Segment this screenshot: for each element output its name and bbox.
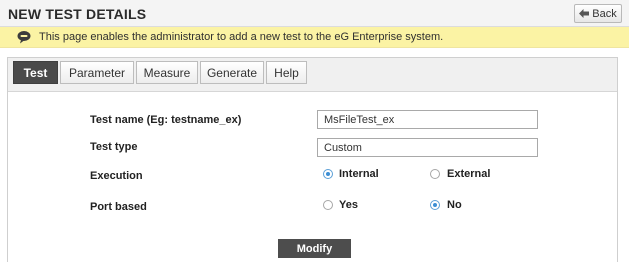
test-type-input[interactable] [317, 138, 538, 157]
tab-parameter[interactable]: Parameter [60, 61, 134, 84]
test-name-label: Test name (Eg: testname_ex) [90, 114, 242, 126]
back-button-label: Back [592, 7, 617, 20]
test-type-label: Test type [90, 141, 138, 153]
port-based-yes-radio[interactable] [323, 200, 333, 210]
page-header: NEW TEST DETAILS Back [0, 0, 629, 27]
info-text: This page enables the administrator to a… [39, 31, 444, 43]
execution-internal-radio[interactable] [323, 169, 333, 179]
back-arrow-icon [579, 9, 590, 18]
info-bar: This page enables the administrator to a… [0, 27, 629, 48]
execution-label: Execution [90, 170, 143, 182]
test-details-panel: Test Parameter Measure Generate Help [7, 57, 618, 262]
execution-internal-label: Internal [339, 168, 379, 180]
tab-test[interactable]: Test [13, 61, 58, 84]
port-based-no-radio[interactable] [430, 200, 440, 210]
port-based-no-label: No [447, 199, 462, 211]
speech-bubble-icon [17, 31, 31, 44]
tab-generate[interactable]: Generate [200, 61, 264, 84]
tab-measure[interactable]: Measure [136, 61, 198, 84]
port-based-yes-label: Yes [339, 199, 358, 211]
tab-help[interactable]: Help [266, 61, 307, 84]
tab-strip: Test Parameter Measure Generate Help [8, 58, 617, 92]
execution-external-label: External [447, 168, 491, 180]
execution-external-radio[interactable] [430, 169, 440, 179]
back-button[interactable]: Back [574, 4, 622, 23]
page-title: NEW TEST DETAILS [8, 6, 147, 22]
modify-button[interactable]: Modify [278, 239, 351, 258]
port-based-label: Port based [90, 201, 147, 213]
test-name-input[interactable] [317, 110, 538, 129]
